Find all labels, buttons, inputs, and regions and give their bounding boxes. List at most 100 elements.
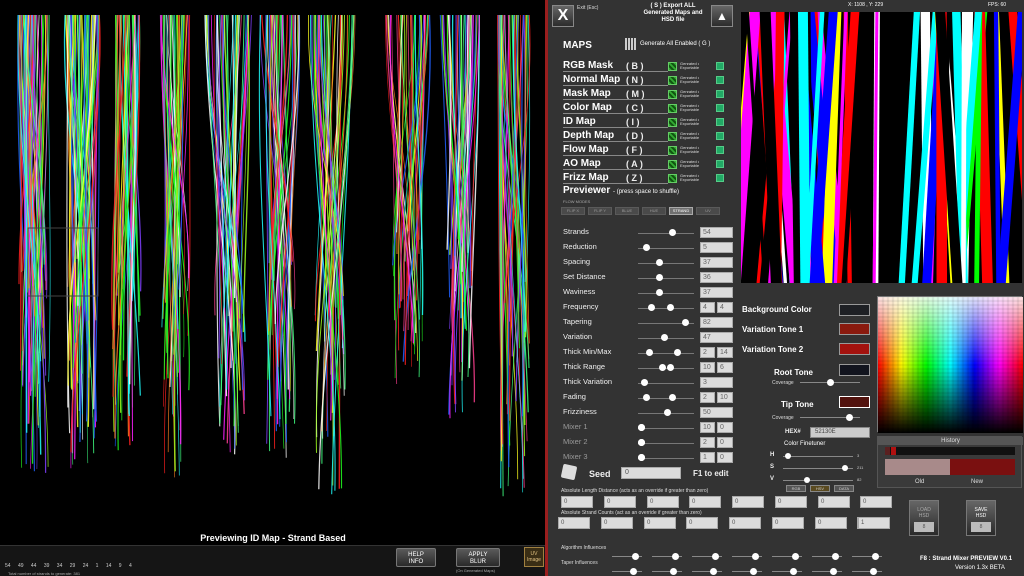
variation-tone-1-swatch[interactable]	[839, 323, 870, 335]
map-row[interactable]: Mask Map( M ) Genrated • Exportable	[563, 88, 733, 100]
absolute-count-input[interactable]: 0	[772, 517, 804, 529]
param-value[interactable]: 47	[700, 332, 733, 343]
dice-icon[interactable]	[560, 463, 578, 481]
color-mode-button[interactable]: HSV	[810, 485, 830, 492]
generate-checkbox[interactable]	[668, 131, 677, 141]
map-row[interactable]: ID Map( I ) Genrated • Exportable	[563, 116, 733, 128]
old-color-swatch[interactable]	[885, 459, 950, 475]
map-row[interactable]: Frizz Map( Z ) Genrated • Exportable	[563, 172, 733, 184]
absolute-length-input[interactable]: 0	[561, 496, 593, 508]
param-value[interactable]: 3	[700, 377, 733, 388]
export-button[interactable]: ▲	[711, 5, 733, 27]
slider-knob-2[interactable]	[674, 349, 682, 356]
influence-slider[interactable]	[732, 553, 762, 561]
param-slider[interactable]	[638, 308, 694, 309]
generate-checkbox[interactable]	[668, 145, 677, 155]
slider-knob[interactable]	[682, 319, 690, 326]
param-value-2[interactable]: 6	[717, 362, 733, 373]
slider-knob-2[interactable]	[669, 394, 677, 401]
influence-slider[interactable]	[652, 553, 682, 561]
mode-button[interactable]: FLIP Y	[588, 207, 612, 215]
param-value[interactable]: 37	[700, 257, 733, 268]
param-value[interactable]: 10	[700, 422, 715, 433]
slider-knob[interactable]	[666, 364, 674, 371]
influence-slider[interactable]	[692, 568, 722, 576]
influence-slider[interactable]	[612, 553, 642, 561]
generate-checkbox[interactable]	[668, 89, 677, 99]
slider-knob-2[interactable]	[638, 424, 645, 431]
slider-knob-2[interactable]	[666, 304, 674, 311]
influence-slider[interactable]	[852, 568, 882, 576]
generate-checkbox[interactable]	[668, 159, 677, 169]
absolute-length-input[interactable]: 0	[775, 496, 807, 508]
absolute-count-input[interactable]: 0	[601, 517, 633, 529]
help-info-button[interactable]: HELP INFO	[396, 548, 436, 567]
slider-knob-2[interactable]	[638, 454, 645, 461]
root-tone-swatch[interactable]	[839, 364, 870, 376]
color-mode-button[interactable]: RGB	[786, 485, 806, 492]
color-picker[interactable]	[877, 296, 1023, 433]
param-value[interactable]: 10	[700, 362, 715, 373]
slider-knob[interactable]	[661, 334, 669, 341]
tip-coverage-slider[interactable]	[800, 414, 860, 422]
param-slider[interactable]	[638, 263, 694, 264]
generate-checkbox[interactable]	[668, 117, 677, 127]
param-value[interactable]: 50	[700, 407, 733, 418]
slider-knob[interactable]	[640, 379, 648, 386]
history-strip[interactable]	[885, 447, 1015, 455]
color-mode-button[interactable]: DATA	[834, 485, 854, 492]
influence-slider[interactable]	[772, 553, 802, 561]
param-value[interactable]: 2	[700, 347, 715, 358]
apply-blur-button[interactable]: APPLY BLUR	[456, 548, 500, 567]
absolute-count-input[interactable]: 0	[558, 517, 590, 529]
variation-tone-2-swatch[interactable]	[839, 343, 870, 355]
close-button[interactable]: X	[552, 5, 574, 27]
map-row[interactable]: Depth Map( D ) Genrated • Exportable	[563, 130, 733, 142]
influence-slider[interactable]	[732, 568, 762, 576]
influence-slider[interactable]	[812, 553, 842, 561]
slider-knob[interactable]	[664, 409, 671, 416]
export-checkbox[interactable]	[716, 62, 724, 70]
generate-checkbox[interactable]	[668, 61, 677, 71]
absolute-length-input[interactable]: 0	[818, 496, 850, 508]
influence-slider[interactable]	[812, 568, 842, 576]
slider-knob[interactable]	[645, 349, 653, 356]
slider-knob[interactable]	[656, 259, 664, 266]
param-value-2[interactable]: 4	[717, 302, 733, 313]
tip-tone-swatch[interactable]	[839, 396, 870, 408]
seed-input[interactable]: 0	[621, 467, 681, 479]
param-slider[interactable]	[638, 368, 694, 369]
param-slider[interactable]	[638, 293, 694, 294]
absolute-length-input[interactable]: 0	[860, 496, 892, 508]
save-hsd-button[interactable]: SAVE HSD 8	[966, 500, 996, 536]
map-row[interactable]: Normal Map( N ) Genrated • Exportable	[563, 74, 733, 86]
absolute-length-input[interactable]: 0	[689, 496, 721, 508]
export-checkbox[interactable]	[716, 160, 724, 168]
param-slider[interactable]	[638, 278, 694, 279]
mode-button[interactable]: FLIP X	[561, 207, 585, 215]
param-value[interactable]: 4	[700, 302, 715, 313]
slider-knob[interactable]	[656, 274, 664, 281]
param-value[interactable]: 5	[700, 242, 733, 253]
generate-checkbox[interactable]	[668, 103, 677, 113]
absolute-length-input[interactable]: 0	[732, 496, 764, 508]
param-value[interactable]: 54	[700, 227, 733, 238]
param-value[interactable]: 1	[700, 452, 715, 463]
param-value[interactable]: 2	[700, 437, 715, 448]
background-color-swatch[interactable]	[839, 304, 870, 316]
absolute-count-input[interactable]: 0	[729, 517, 761, 529]
param-value[interactable]: 2	[700, 392, 715, 403]
param-value-2[interactable]: 0	[717, 452, 733, 463]
mode-button[interactable]: STRAND	[669, 207, 693, 215]
slider-knob[interactable]	[648, 304, 656, 311]
absolute-count-input[interactable]: 1	[858, 517, 890, 529]
influence-slider[interactable]	[692, 553, 722, 561]
export-checkbox[interactable]	[716, 90, 724, 98]
param-slider[interactable]	[638, 428, 694, 429]
export-checkbox[interactable]	[716, 76, 724, 84]
slider-knob-2[interactable]	[658, 364, 666, 371]
param-value[interactable]: 82	[700, 317, 733, 328]
influence-slider[interactable]	[652, 568, 682, 576]
export-checkbox[interactable]	[716, 104, 724, 112]
param-slider[interactable]	[638, 443, 694, 444]
